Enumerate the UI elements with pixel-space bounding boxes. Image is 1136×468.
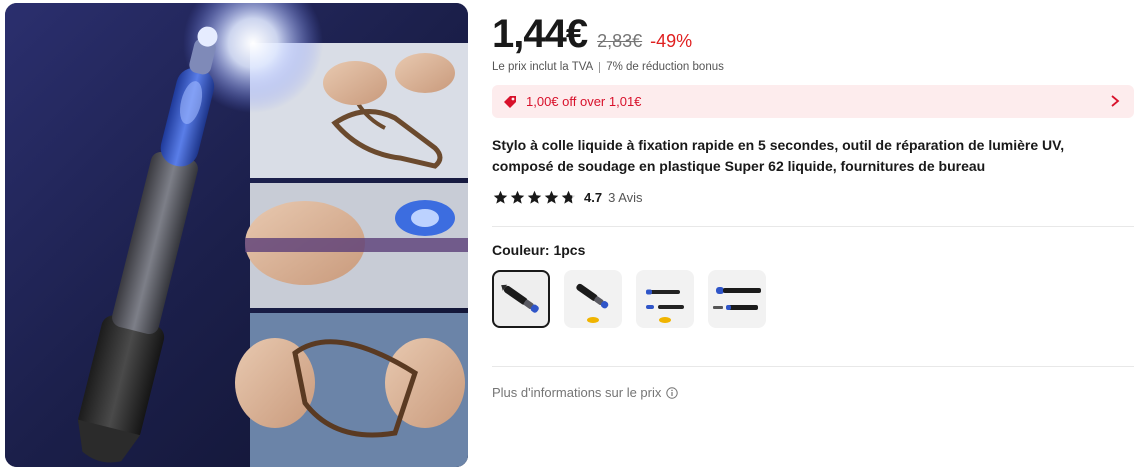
star-icon	[493, 190, 508, 204]
swatch-thumbnail	[576, 283, 609, 323]
star-icon	[527, 190, 542, 204]
discount-badge: -49%	[650, 31, 693, 51]
color-swatches	[492, 270, 780, 328]
swatch-thumbnail	[501, 284, 539, 313]
price-row: 1,44€ 2,83€ -49%	[492, 12, 692, 57]
reviews-link[interactable]: 3 Avis	[608, 190, 642, 205]
coupon-bar[interactable]: 1,00€ off over 1,01€	[492, 85, 1134, 118]
star-icon	[544, 190, 559, 204]
current-price: 1,44€	[492, 12, 588, 56]
separator	[599, 61, 601, 73]
tax-note: Le prix inclut la TVA	[492, 61, 594, 73]
more-price-info-link[interactable]: Plus d'informations sur le prix	[492, 385, 679, 400]
star-rating	[493, 190, 578, 205]
swatch-option-3[interactable]	[636, 270, 694, 328]
star-icon	[510, 190, 525, 204]
divider	[492, 366, 1134, 367]
divider	[492, 226, 1134, 227]
swatch-option-4[interactable]	[708, 270, 766, 328]
chevron-right-icon	[1111, 95, 1120, 107]
swatch-1pcs[interactable]	[492, 270, 550, 328]
swatch-option-2[interactable]	[564, 270, 622, 328]
star-half-icon	[561, 190, 576, 204]
swatch-thumbnail	[713, 287, 761, 310]
original-price: 2,83€	[597, 31, 643, 51]
product-title: Stylo à colle liquide à fixation rapide …	[492, 137, 1065, 174]
product-photo	[5, 3, 468, 467]
coupon-text: 1,00€ off over 1,01€	[526, 94, 642, 109]
color-selected-value: 1pcs	[553, 242, 586, 258]
tax-info: Le prix inclut la TVA 7% de réduction bo…	[492, 61, 724, 73]
swatch-thumbnail	[646, 289, 684, 323]
rating-row: 4.7 3 Avis	[493, 190, 643, 205]
product-main-image[interactable]	[5, 3, 468, 467]
color-label: Couleur: 1pcs	[492, 242, 585, 258]
bonus-note: 7% de réduction bonus	[606, 61, 724, 73]
coupon-tag-icon	[504, 95, 516, 108]
info-icon	[666, 386, 679, 399]
color-label-text: Couleur:	[492, 242, 554, 258]
more-info-text: Plus d'informations sur le prix	[492, 385, 662, 400]
rating-value: 4.7	[584, 190, 603, 205]
